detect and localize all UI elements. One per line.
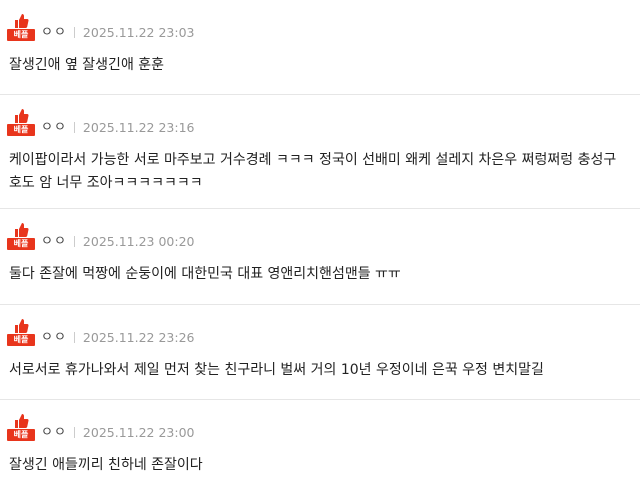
best-label: 베플 xyxy=(7,334,35,346)
divider xyxy=(73,236,75,247)
best-comment-badge: 베플 xyxy=(7,222,35,250)
author-name[interactable]: ㅇㅇ xyxy=(41,425,67,441)
author-name[interactable]: ㅇㅇ xyxy=(41,120,67,136)
author-name[interactable]: ㅇㅇ xyxy=(41,25,67,41)
divider xyxy=(73,332,75,343)
best-comment-badge: 베플 xyxy=(7,13,35,41)
comment-meta: 베플 ㅇㅇ 2025.11.22 23:00 xyxy=(7,413,195,441)
comment-item: 베플 ㅇㅇ 2025.11.22 23:00 잘생긴 애들끼리 친하네 존잘이다 xyxy=(0,400,640,488)
comment-item: 베플 ㅇㅇ 2025.11.23 00:20 둘다 존잘에 먹짱에 순둥이에 대… xyxy=(0,209,640,305)
comment-text: 케이팝이라서 가능한 서로 마주보고 거수경례 ㅋㅋㅋ 정국이 선배미 왜케 설… xyxy=(9,152,617,191)
best-comment-badge: 베플 xyxy=(7,108,35,136)
divider xyxy=(73,427,75,438)
thumbs-up-icon xyxy=(15,319,29,333)
best-comment-badge: 베플 xyxy=(7,318,35,346)
comment-date: 2025.11.22 23:26 xyxy=(82,330,195,345)
comment-text: 둘다 존잘에 먹짱에 순둥이에 대한민국 대표 영앤리치핸섬맨들 ㅠㅠ xyxy=(9,266,401,282)
best-comment-badge: 베플 xyxy=(7,413,35,441)
thumbs-up-icon xyxy=(15,414,29,428)
divider xyxy=(73,122,75,133)
best-label: 베플 xyxy=(7,29,35,41)
comment-text: 서로서로 휴가나와서 제일 먼저 찾는 친구라니 벌써 거의 10년 우정이네 … xyxy=(9,362,544,378)
thumbs-up-icon xyxy=(15,223,29,237)
comment-item: 베플 ㅇㅇ 2025.11.22 23:16 케이팝이라서 가능한 서로 마주보… xyxy=(0,95,640,209)
comment-list: 베플 ㅇㅇ 2025.11.22 23:03 잘생긴애 옆 잘생긴애 훈훈 베플… xyxy=(0,0,640,488)
comment-meta: 베플 ㅇㅇ 2025.11.22 23:03 xyxy=(7,13,195,41)
comment-meta: 베플 ㅇㅇ 2025.11.23 00:20 xyxy=(7,222,195,250)
comment-text: 잘생긴애 옆 잘생긴애 훈훈 xyxy=(9,57,165,73)
comment-meta: 베플 ㅇㅇ 2025.11.22 23:26 xyxy=(7,318,195,346)
comment-date: 2025.11.23 00:20 xyxy=(82,234,195,249)
author-name[interactable]: ㅇㅇ xyxy=(41,330,67,346)
thumbs-up-icon xyxy=(15,109,29,123)
divider xyxy=(73,27,75,38)
comment-date: 2025.11.22 23:16 xyxy=(82,120,195,135)
comment-date: 2025.11.22 23:03 xyxy=(82,25,195,40)
comment-item: 베플 ㅇㅇ 2025.11.22 23:26 서로서로 휴가나와서 제일 먼저 … xyxy=(0,305,640,400)
best-label: 베플 xyxy=(7,429,35,441)
best-label: 베플 xyxy=(7,238,35,250)
author-name[interactable]: ㅇㅇ xyxy=(41,234,67,250)
comment-text: 잘생긴 애들끼리 친하네 존잘이다 xyxy=(9,457,203,473)
comment-item: 베플 ㅇㅇ 2025.11.22 23:03 잘생긴애 옆 잘생긴애 훈훈 xyxy=(0,0,640,95)
best-label: 베플 xyxy=(7,124,35,136)
comment-date: 2025.11.22 23:00 xyxy=(82,425,195,440)
comment-meta: 베플 ㅇㅇ 2025.11.22 23:16 xyxy=(7,108,195,136)
thumbs-up-icon xyxy=(15,14,29,28)
